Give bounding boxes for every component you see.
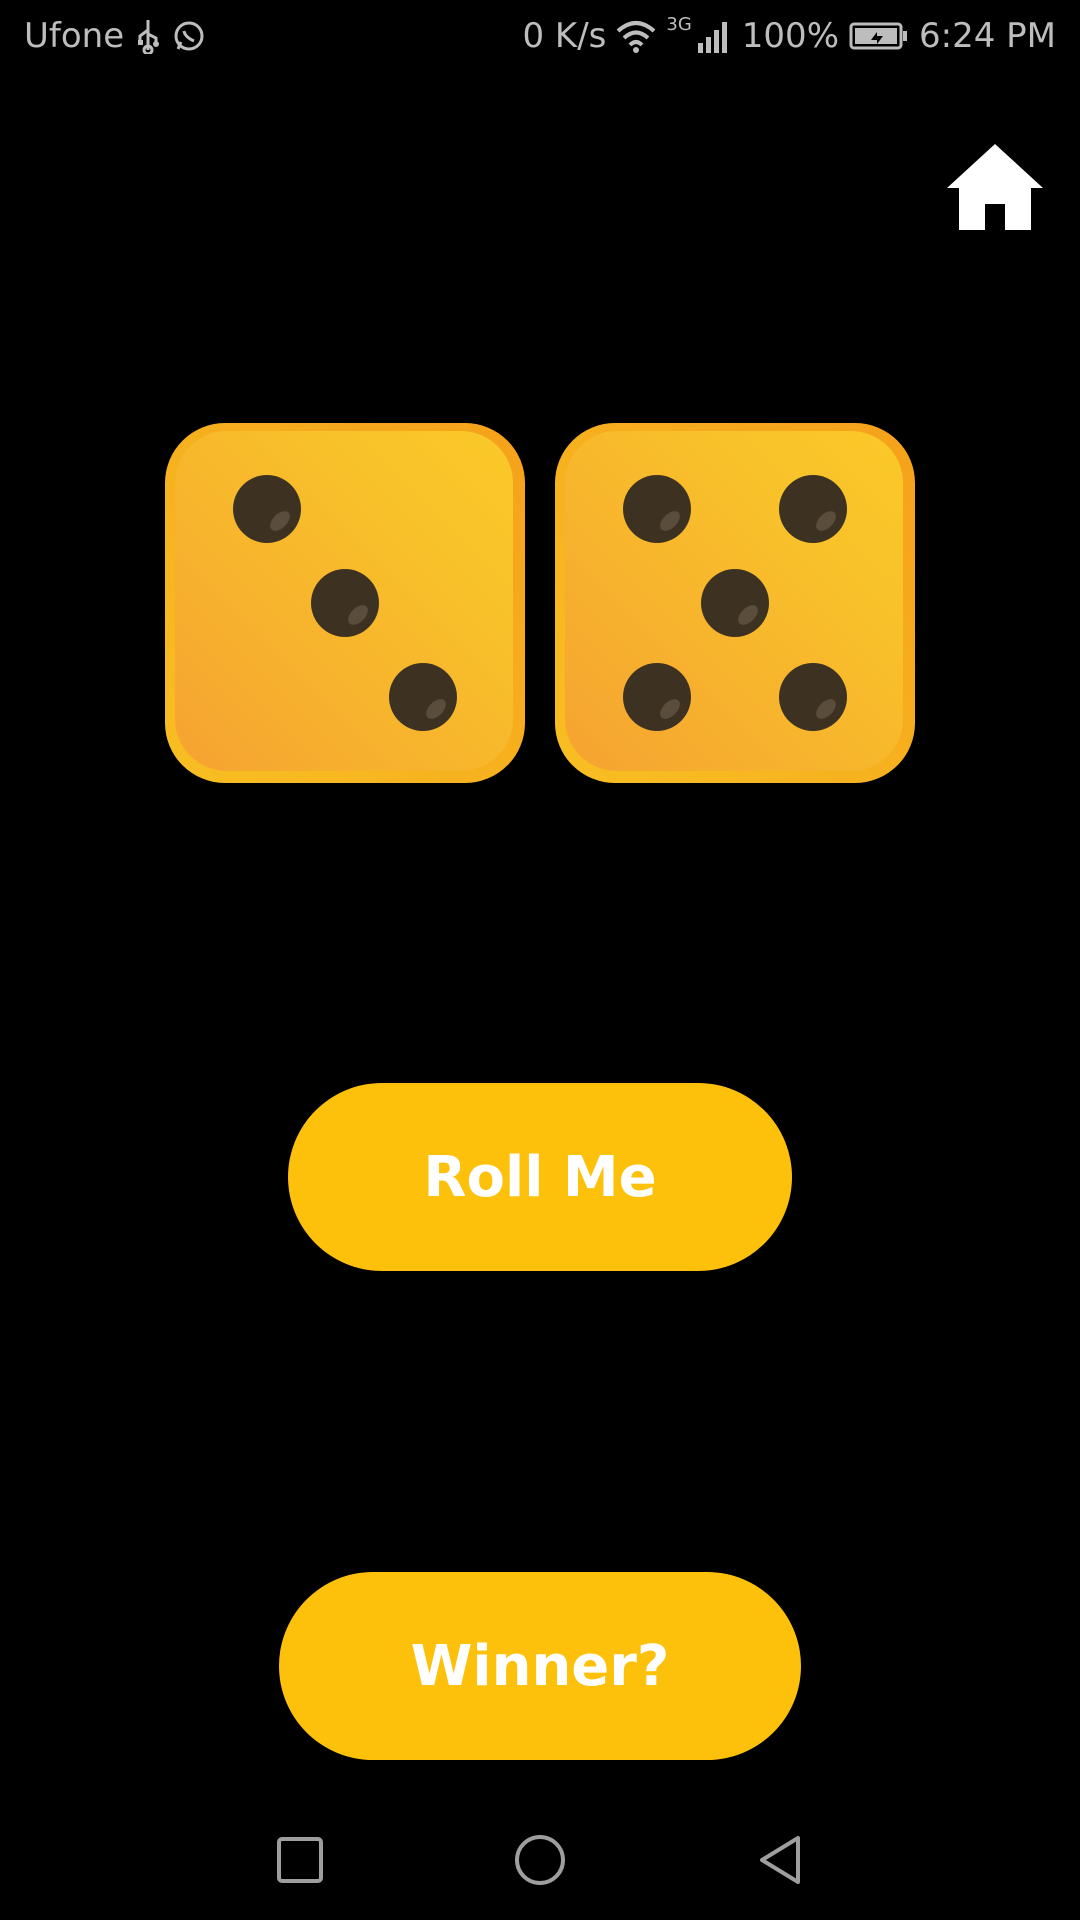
whatsapp-icon xyxy=(172,19,206,53)
pip xyxy=(623,663,691,731)
battery-percent: 100% xyxy=(741,16,839,56)
navigation-bar xyxy=(0,1800,1080,1920)
pip xyxy=(779,663,847,731)
home-icon[interactable] xyxy=(945,142,1045,232)
network-speed: 0 K/s xyxy=(522,16,607,56)
network-gen: 3G xyxy=(666,13,692,35)
winner-button[interactable]: Winner? xyxy=(279,1572,801,1760)
battery-icon xyxy=(849,21,909,51)
status-bar: Ufone 0 K/s 3G 100% 6:24 PM xyxy=(0,0,1080,74)
status-left: Ufone xyxy=(24,16,206,56)
clock: 6:24 PM xyxy=(919,16,1056,56)
pip xyxy=(623,475,691,543)
die-left xyxy=(165,423,525,783)
triangle-back-icon[interactable] xyxy=(750,1830,810,1890)
roll-button[interactable]: Roll Me xyxy=(288,1083,792,1271)
square-icon[interactable] xyxy=(270,1830,330,1890)
wifi-icon xyxy=(616,19,656,53)
pip xyxy=(311,569,379,637)
pip xyxy=(701,569,769,637)
pip xyxy=(389,663,457,731)
usb-icon xyxy=(136,18,160,54)
carrier-name: Ufone xyxy=(24,16,125,56)
circle-icon[interactable] xyxy=(510,1830,570,1890)
dice-row xyxy=(165,423,915,783)
pip xyxy=(779,475,847,543)
pip xyxy=(233,475,301,543)
status-right: 0 K/s 3G 100% 6:24 PM xyxy=(522,13,1056,57)
die-right xyxy=(555,423,915,783)
signal-icon xyxy=(696,19,732,53)
